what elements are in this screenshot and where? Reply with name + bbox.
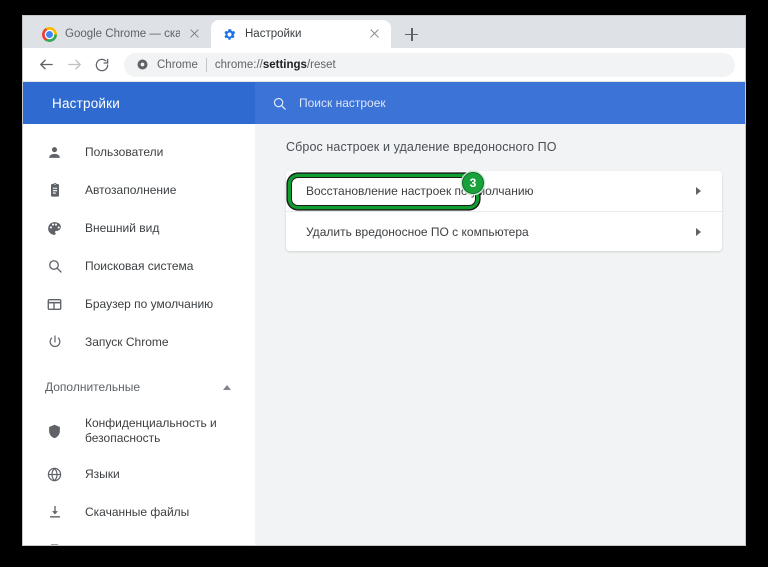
sidebar-item-label: Скачанные файлы (85, 504, 190, 519)
browser-window-icon (45, 295, 64, 314)
chrome-page-icon (136, 58, 149, 71)
sidebar-item-search-engine[interactable]: Поисковая система (23, 247, 255, 285)
sidebar-item-label: Запуск Chrome (85, 334, 169, 349)
browser-toolbar: Chrome chrome://settings/reset (23, 48, 745, 82)
clipboard-icon (45, 181, 64, 200)
palette-icon (45, 219, 64, 238)
shield-icon (45, 422, 64, 441)
address-bar[interactable]: Chrome chrome://settings/reset (124, 52, 735, 77)
sidebar-item-startup[interactable]: Запуск Chrome (23, 323, 255, 361)
sidebar-item-label: Печать (85, 543, 124, 546)
browser-tab-1-title: Google Chrome — скачать бесп (65, 28, 180, 40)
chevron-right-icon (696, 227, 701, 236)
site-chip-label: Chrome (157, 58, 198, 71)
browser-window: Google Chrome — скачать бесп Настройки (23, 16, 745, 545)
sidebar-item-label: Языки (85, 466, 120, 481)
sidebar-item-label: Пользователи (85, 144, 164, 159)
power-icon (45, 333, 64, 352)
tab-strip: Google Chrome — скачать бесп Настройки (23, 16, 745, 48)
advanced-label: Дополнительные (45, 380, 140, 394)
gear-icon (222, 27, 237, 42)
sidebar-item-privacy[interactable]: Конфиденциальность и безопасность (23, 407, 255, 455)
settings-main-panel: Сброс настроек и удаление вредоносного П… (255, 124, 745, 545)
close-icon[interactable] (368, 27, 382, 41)
restore-defaults-label: Восстановление настроек по умолчанию (306, 184, 534, 198)
section-title: Сброс настроек и удаление вредоносного П… (286, 140, 557, 154)
browser-tab-2-title: Настройки (245, 28, 302, 40)
remove-malware-row[interactable]: Удалить вредоносное ПО с компьютера (286, 211, 722, 251)
sidebar-item-downloads[interactable]: Скачанные файлы (23, 493, 255, 531)
browser-tab-1[interactable]: Google Chrome — скачать бесп (31, 20, 211, 48)
chevron-right-icon (696, 187, 701, 195)
sidebar-item-label: Поисковая система (85, 258, 194, 273)
omnibox-divider (205, 57, 207, 72)
step-badge-3: 3 (462, 172, 484, 194)
settings-sidebar: Пользователи Автозаполнение Внешний вид … (23, 124, 255, 545)
reset-options-card: Восстановление настроек по умолчанию 3 У… (286, 171, 722, 251)
new-tab-button[interactable] (397, 20, 425, 48)
close-icon[interactable] (188, 27, 202, 41)
chrome-logo-icon (42, 26, 57, 42)
sidebar-item-label: Внешний вид (85, 220, 160, 235)
download-icon (45, 503, 64, 522)
restore-defaults-row[interactable]: Восстановление настроек по умолчанию 3 (286, 171, 722, 211)
remove-malware-label: Удалить вредоносное ПО с компьютера (306, 224, 529, 239)
printer-icon (45, 541, 64, 545)
sidebar-item-users[interactable]: Пользователи (23, 133, 255, 171)
search-icon (272, 96, 287, 111)
globe-icon (45, 465, 64, 484)
arrow-left-icon[interactable] (33, 52, 59, 78)
sidebar-item-printing[interactable]: Печать (23, 531, 255, 545)
sidebar-item-appearance[interactable]: Внешний вид (23, 209, 255, 247)
settings-content: Пользователи Автозаполнение Внешний вид … (23, 124, 745, 545)
search-input[interactable]: Поиск настроек (255, 82, 745, 124)
advanced-row[interactable]: Дополнительные 1 (23, 367, 255, 407)
address-bar-url: chrome://settings/reset (214, 58, 336, 71)
chevron-up-icon (223, 384, 231, 390)
sidebar-item-label: Конфиденциальность и безопасность (85, 416, 217, 445)
page-title: Настройки (52, 95, 120, 111)
sidebar-item-languages[interactable]: Языки (23, 455, 255, 493)
settings-header: Настройки Поиск настроек (23, 82, 745, 124)
browser-tab-2[interactable]: Настройки (211, 20, 391, 48)
search-placeholder: Поиск настроек (299, 96, 386, 110)
sidebar-item-label: Браузер по умолчанию (85, 296, 214, 311)
search-icon (45, 257, 64, 276)
person-icon (45, 143, 64, 162)
arrow-right-icon[interactable] (61, 52, 87, 78)
sidebar-item-label: Автозаполнение (85, 182, 177, 197)
sidebar-item-default-browser[interactable]: Браузер по умолчанию (23, 285, 255, 323)
sidebar-item-autofill[interactable]: Автозаполнение (23, 171, 255, 209)
reload-icon[interactable] (89, 52, 115, 78)
